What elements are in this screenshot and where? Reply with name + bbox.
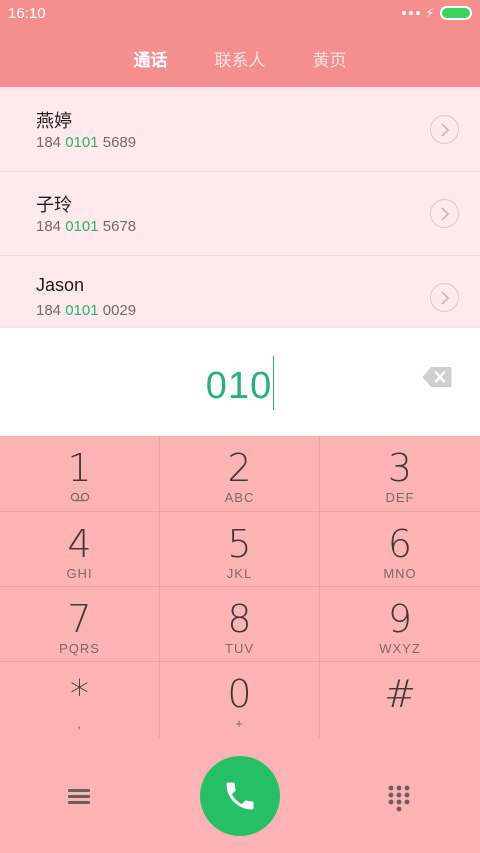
- menu-icon[interactable]: [66, 786, 94, 808]
- tab-calls[interactable]: 通话: [134, 46, 168, 71]
- top-tab-bar: 通话 联系人 黄页: [0, 28, 480, 87]
- key-5[interactable]: 5 JKL: [160, 512, 320, 587]
- key-8[interactable]: 8 TUV: [160, 587, 320, 662]
- chevron-right-icon[interactable]: [430, 283, 459, 312]
- status-icons: ⚡: [401, 6, 472, 20]
- number-match: 0101: [65, 134, 99, 151]
- key-hash[interactable]: #: [320, 662, 480, 738]
- charging-icon: ⚡: [425, 6, 434, 20]
- key-star[interactable]: * ,: [0, 662, 160, 738]
- tab-yellow-pages[interactable]: 黄页: [313, 46, 347, 71]
- contact-name: Jason: [36, 275, 85, 295]
- key-1[interactable]: 1: [0, 436, 160, 512]
- backspace-icon[interactable]: [422, 366, 452, 388]
- dial-input-bar: 010: [0, 327, 480, 436]
- contact-row[interactable]: Jason 184 0101 0029: [0, 255, 480, 327]
- call-button[interactable]: [200, 756, 280, 836]
- battery-icon: [440, 6, 472, 20]
- contact-number: 184 0101 0029: [36, 302, 137, 319]
- voicemail-icon: [70, 492, 90, 502]
- dialed-number-field[interactable]: 010: [0, 356, 480, 410]
- contact-number: 184 0101 5678: [36, 218, 137, 235]
- contact-name: 子玲: [36, 195, 72, 215]
- key-2[interactable]: 2 ABC: [160, 436, 320, 512]
- contact-row[interactable]: 子玲 184 0101 5678: [0, 171, 480, 256]
- number-match: 0101: [65, 302, 99, 319]
- key-7[interactable]: 7 PQRS: [0, 587, 160, 662]
- status-bar: 16:10 ⚡: [0, 0, 480, 28]
- dialed-number: 010: [205, 365, 273, 407]
- text-caret: [273, 356, 275, 410]
- number-match: 0101: [65, 218, 99, 235]
- status-time: 16:10: [8, 5, 46, 22]
- chevron-right-icon[interactable]: [430, 199, 459, 228]
- key-4[interactable]: 4 GHI: [0, 512, 160, 587]
- tab-contacts[interactable]: 联系人: [215, 46, 266, 71]
- contact-number: 184 0101 5689: [36, 134, 137, 151]
- contact-results[interactable]: 燕婷 184 0101 5689 子玲 184 0101 5678 Jason …: [0, 87, 480, 327]
- dialpad: 1 2 ABC 3 DEF 4 GHI 5 JKL 6 MNO 7 PQRS 8…: [0, 436, 480, 738]
- phone-icon: [226, 782, 254, 810]
- bottom-action-bar: [0, 738, 480, 853]
- key-9[interactable]: 9 WXYZ: [320, 587, 480, 662]
- more-notifications-icon: [401, 11, 420, 15]
- chevron-right-icon[interactable]: [430, 115, 459, 144]
- dialpad-icon[interactable]: [386, 784, 412, 812]
- key-6[interactable]: 6 MNO: [320, 512, 480, 587]
- contact-row[interactable]: 燕婷 184 0101 5689: [0, 87, 480, 172]
- key-0[interactable]: 0 +: [160, 662, 320, 738]
- contact-name: 燕婷: [36, 111, 72, 131]
- key-3[interactable]: 3 DEF: [320, 436, 480, 512]
